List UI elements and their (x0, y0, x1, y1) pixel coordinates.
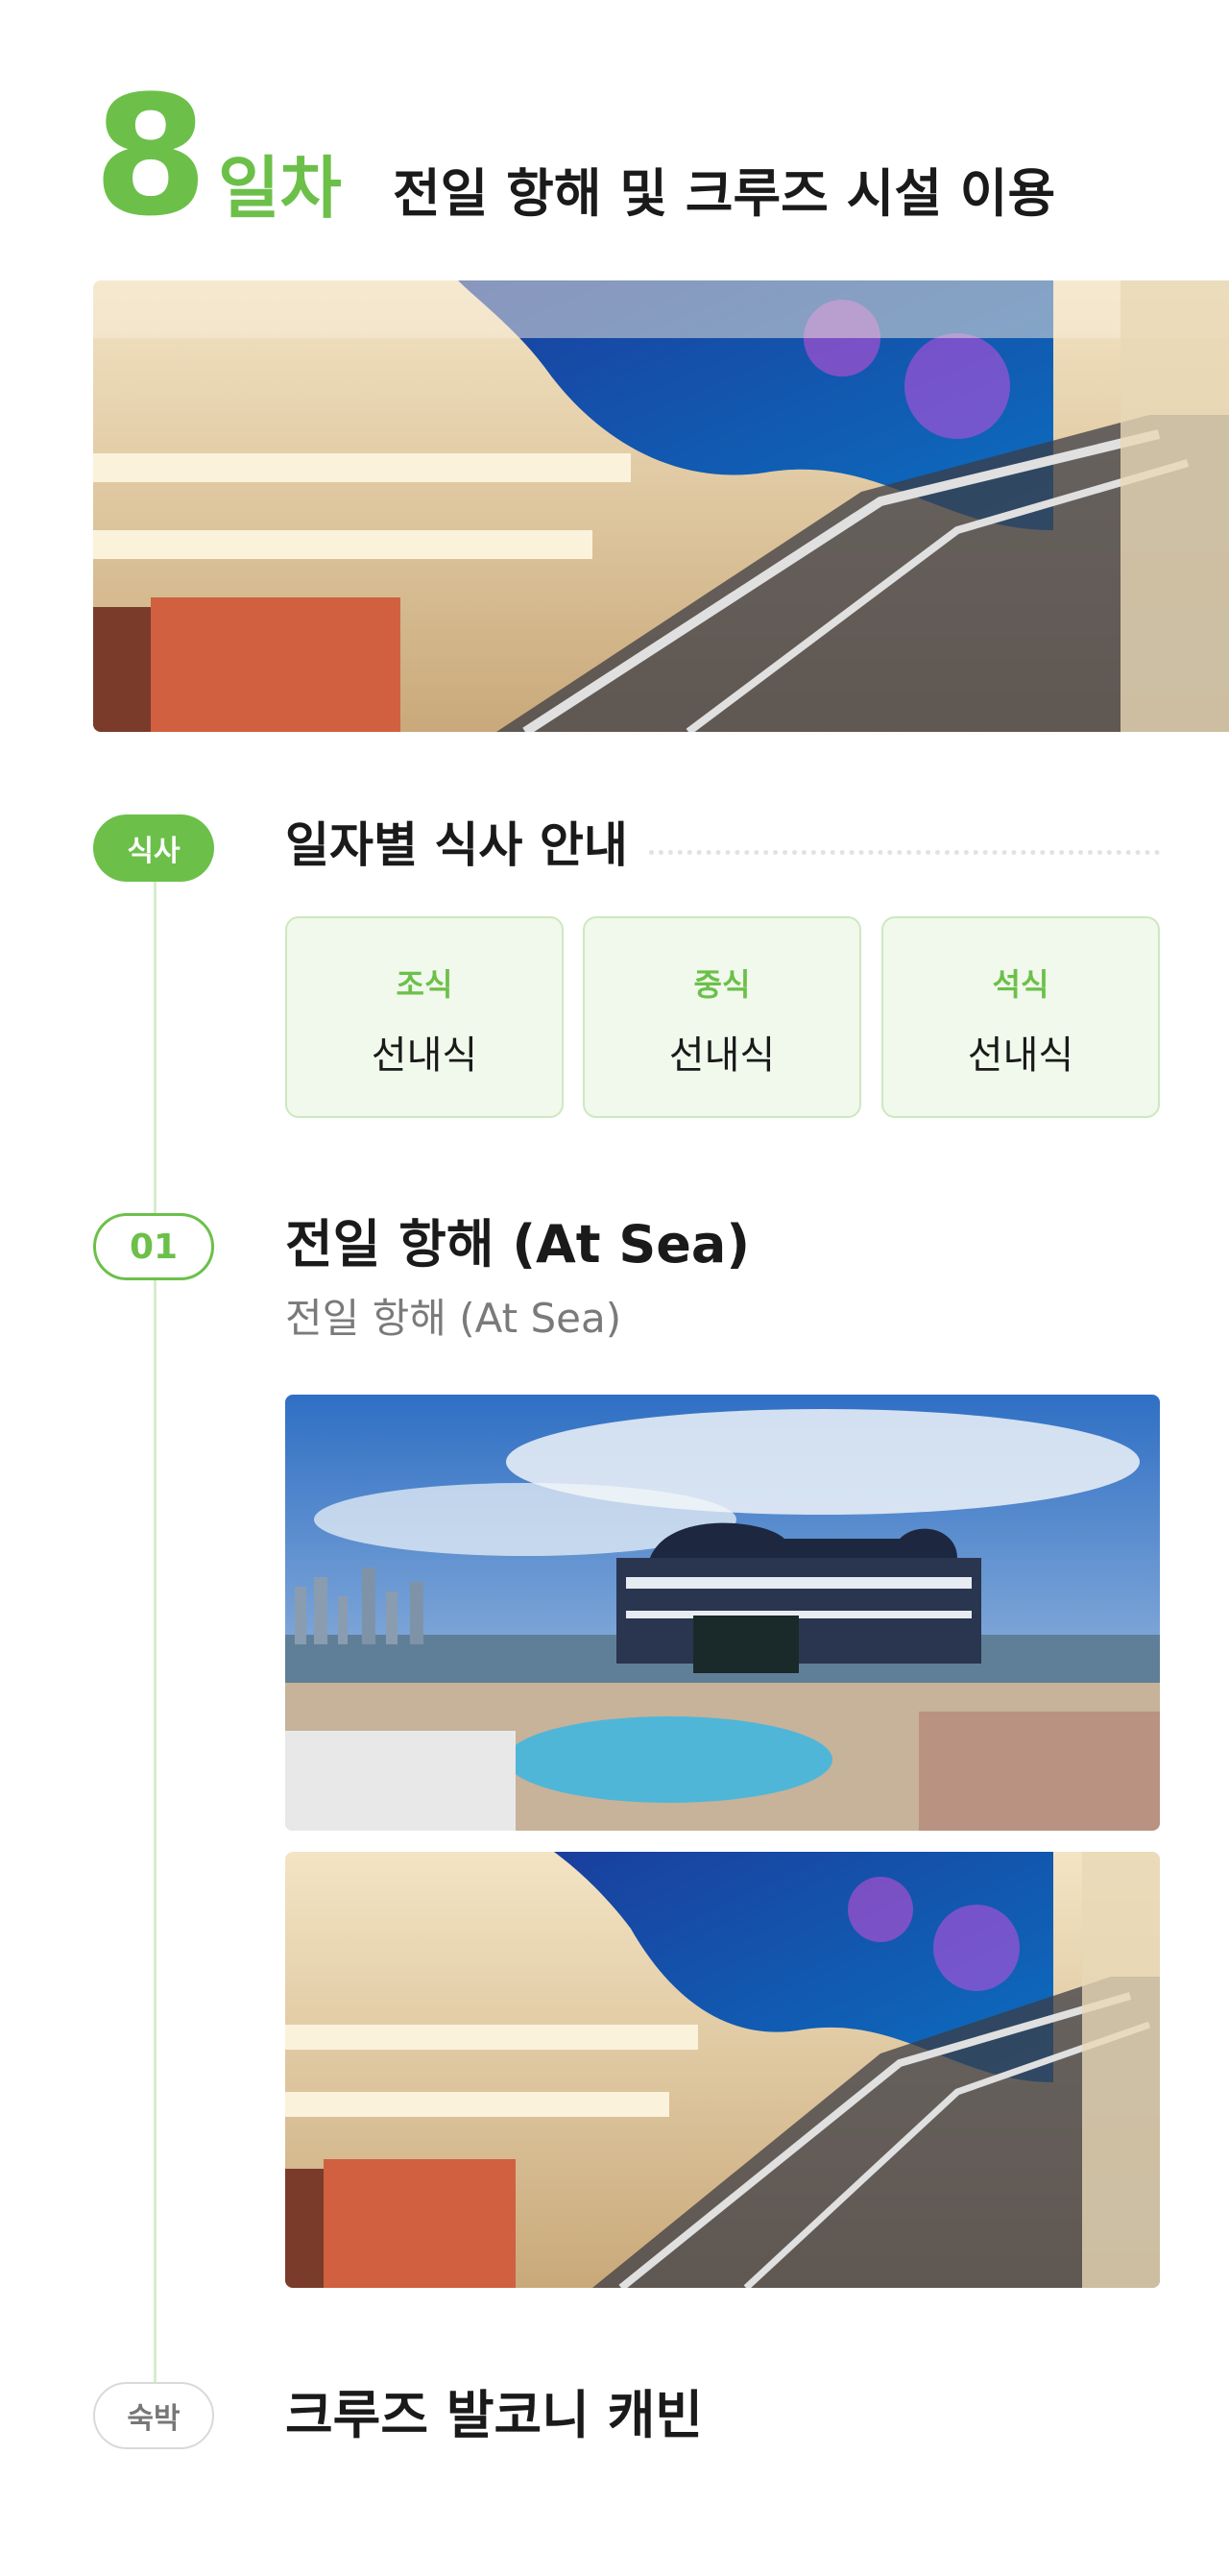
timeline-line (154, 882, 157, 1213)
meal-label: 중식 (693, 966, 751, 1003)
atrium-photo (285, 1852, 1160, 2288)
itinerary-subtitle: 전일 항해 (At Sea) (285, 1295, 622, 1342)
meal-card-lunch: 중식 선내식 (583, 916, 861, 1118)
timeline-line (154, 1280, 157, 2382)
meal-value: 선내식 (967, 1033, 1074, 1078)
day-title: 전일 항해 및 크루즈 시설 이용 (393, 163, 1056, 224)
meal-label: 석식 (992, 966, 1049, 1003)
meal-card-dinner: 석식 선내식 (881, 916, 1160, 1118)
meal-label: 조식 (396, 966, 453, 1003)
dotted-divider (649, 850, 1160, 855)
day-8-page: 8 일차 전일 항해 및 크루즈 시설 이용 식사 일자별 식사 안내 조식 선… (0, 0, 1229, 2576)
itinerary-title: 전일 항해 (At Sea) (285, 1214, 751, 1275)
meal-cards: 조식 선내식 중식 선내식 석식 선내식 (285, 916, 1160, 1118)
meal-value: 선내식 (371, 1033, 478, 1078)
step-badge-01: 01 (93, 1213, 214, 1280)
day-unit: 일차 (218, 149, 342, 228)
stay-badge: 숙박 (93, 2382, 214, 2449)
meal-value: 선내식 (668, 1033, 776, 1078)
pool-deck-photo (285, 1395, 1160, 1831)
meal-badge: 식사 (93, 814, 214, 882)
stay-title: 크루즈 발코니 캐빈 (285, 2385, 704, 2445)
meal-card-breakfast: 조식 선내식 (285, 916, 564, 1118)
day-number: 8 (93, 60, 208, 253)
atrium-photo-top (93, 280, 1229, 732)
meal-section-title: 일자별 식사 안내 (285, 817, 628, 873)
